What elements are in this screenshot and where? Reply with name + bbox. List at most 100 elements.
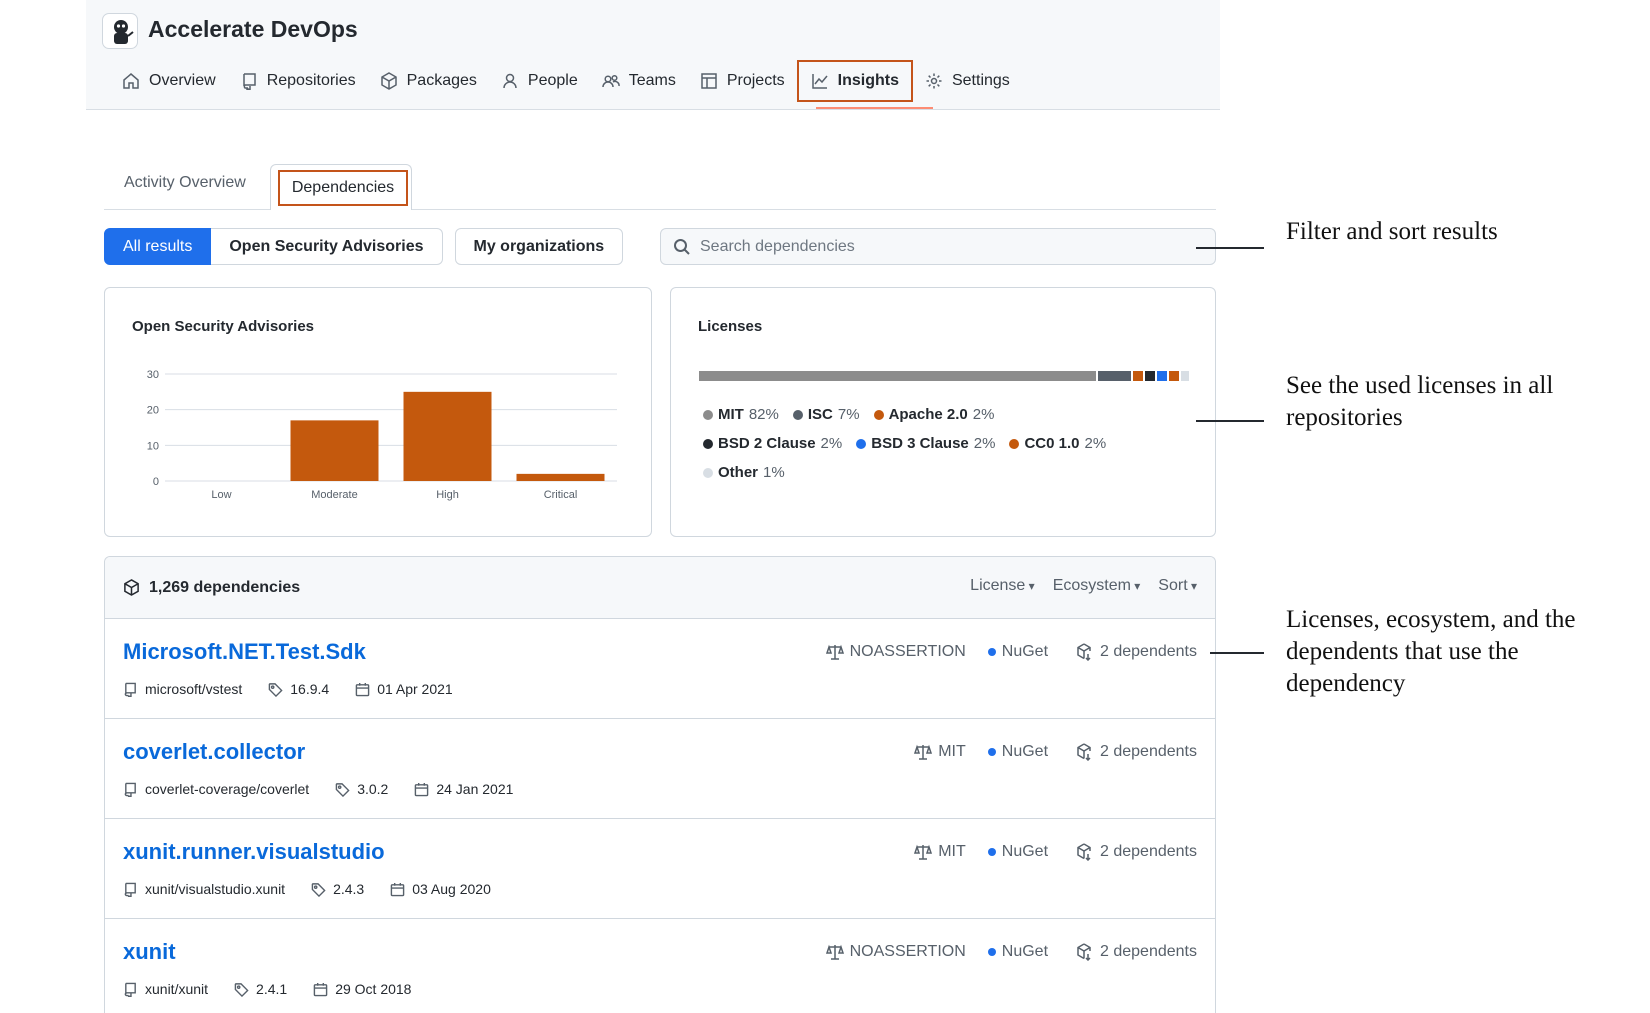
license-legend-item: CC0 1.0 2%: [1009, 435, 1106, 452]
dependency-repo[interactable]: xunit/visualstudio.xunit: [145, 881, 285, 897]
org-name[interactable]: Accelerate DevOps: [148, 16, 358, 43]
dependency-license: MIT: [938, 843, 966, 860]
octocat-logo-icon: [114, 20, 134, 44]
license-percent: 2%: [820, 435, 843, 452]
license-legend-item: Other 1%: [703, 464, 785, 481]
nav-settings[interactable]: Settings: [913, 60, 1022, 102]
license-bar-apache: [1133, 371, 1144, 381]
dependency-ecosystem: NuGet: [1001, 743, 1049, 760]
dependency-name-link[interactable]: xunit.runner.visualstudio: [123, 839, 385, 865]
search-input[interactable]: [700, 237, 1180, 256]
x-tick-label: Moderate: [311, 489, 357, 501]
dependency-name-link[interactable]: Microsoft.NET.Test.Sdk: [123, 639, 366, 665]
license-dot-icon: [703, 409, 713, 420]
dependency-meta: coverlet-coverage/coverlet 3.0.2 24 Jan 20…: [123, 781, 513, 797]
dependency-dependents-link[interactable]: 2 dependents: [1100, 943, 1197, 961]
gear-icon: [926, 73, 942, 89]
dependency-repo[interactable]: coverlet-coverage/coverlet: [145, 781, 309, 797]
repo-icon: [242, 73, 256, 90]
my-organizations-button[interactable]: My organizations: [454, 228, 624, 265]
package-dependents-icon: [1077, 943, 1091, 961]
dependency-row: coverlet.collector coverlet-coverage/cove…: [105, 719, 1215, 819]
dependency-repo[interactable]: microsoft/vstest: [145, 681, 242, 697]
law-icon: [825, 944, 844, 960]
license-name: BSD 3 Clause: [871, 435, 969, 452]
dependency-dependents-link[interactable]: 2 dependents: [1100, 643, 1197, 661]
nav-projects[interactable]: Projects: [688, 60, 797, 102]
table-icon: [701, 73, 717, 89]
license-percent: 82%: [748, 406, 779, 423]
org-nav: Overview Repositories Packages People Te…: [110, 58, 1022, 104]
license-legend-item: BSD 2 Clause 2%: [703, 435, 842, 452]
license-dot-icon: [1009, 438, 1020, 449]
license-name: Other: [718, 464, 759, 481]
advisories-chart: 0 10 20 30 Low Moderate High Critical: [147, 369, 617, 501]
search-icon: [674, 238, 690, 255]
license-name: MIT: [718, 406, 744, 423]
package-dependents-icon: [1077, 843, 1091, 861]
dependency-name-link[interactable]: coverlet.collector: [123, 739, 305, 765]
dependency-name-link[interactable]: xunit: [123, 939, 176, 965]
dependency-meta: xunit/visualstudio.xunit 2.4.3 03 Aug 2020: [123, 881, 491, 897]
nav-overview[interactable]: Overview: [110, 60, 228, 102]
nav-label: People: [527, 72, 578, 89]
license-percent: 1%: [763, 464, 785, 481]
dependency-date: 29 Oct 2018: [335, 981, 412, 997]
nav-label: Projects: [726, 72, 785, 89]
calendar-icon: [313, 982, 328, 996]
nav-insights[interactable]: Insights: [796, 60, 913, 102]
dependency-repo[interactable]: xunit/xunit: [145, 981, 208, 997]
annotation-dependents: Licenses, ecosystem, and the dependents …: [1286, 606, 1576, 697]
license-legend-row: MIT 82% ISC 7% Apache 2.0 2%: [703, 406, 1193, 423]
dependency-license: MIT: [938, 743, 966, 760]
dependency-dependents-link[interactable]: 2 dependents: [1100, 843, 1197, 861]
license-dropdown[interactable]: License: [970, 577, 1035, 595]
nav-teams[interactable]: Teams: [590, 60, 688, 102]
dependency-ecosystem: NuGet: [1001, 643, 1049, 660]
license-bar-bsd3: [1157, 371, 1168, 381]
licenses-panel: Licenses MIT 82% ISC 7% Apache 2.0 2% BSD 2 Cl…: [670, 287, 1216, 537]
person-icon: [503, 73, 517, 89]
nav-label: Repositories: [266, 72, 356, 89]
tab-activity-overview[interactable]: Activity Overview: [124, 174, 246, 192]
y-tick-label: 30: [147, 369, 159, 381]
nav-packages[interactable]: Packages: [368, 60, 489, 102]
license-name: ISC: [807, 406, 833, 423]
nav-repositories[interactable]: Repositories: [228, 60, 368, 102]
repo-icon: [124, 882, 136, 897]
dependency-meta: xunit/xunit 2.4.1 29 Oct 2018: [123, 981, 411, 997]
dependency-ecosystem: NuGet: [1001, 943, 1049, 960]
filter-group: All results Open Security Advisories My …: [104, 228, 624, 265]
nav-label: Overview: [149, 72, 216, 89]
ecosystem-dropdown[interactable]: Ecosystem: [1053, 577, 1141, 595]
annotation-line-licenses: [1196, 420, 1264, 422]
dependency-dependents-link[interactable]: 2 dependents: [1100, 743, 1197, 761]
license-percent: 2%: [972, 406, 995, 423]
license-dot-icon: [703, 467, 713, 478]
tab-dependencies[interactable]: Dependencies: [278, 170, 408, 206]
package-icon: [124, 579, 139, 596]
dependency-license: NOASSERTION: [849, 643, 966, 660]
open-advisories-button[interactable]: Open Security Advisories: [211, 228, 443, 265]
ecosystem-dot-icon: [987, 648, 996, 656]
license-legend-row: BSD 2 Clause 2% BSD 3 Clause 2% CC0 1.0 2%: [703, 435, 1193, 452]
license-name: CC0 1.0: [1024, 435, 1080, 452]
all-results-button[interactable]: All results: [104, 228, 212, 265]
nav-label: Settings: [951, 72, 1010, 89]
nav-people[interactable]: People: [489, 60, 590, 102]
nav-label: Packages: [406, 72, 477, 89]
package-dependents-icon: [1077, 743, 1091, 761]
ecosystem-dot-icon: [987, 848, 996, 856]
repo-icon: [124, 782, 136, 797]
annotation-licenses: See the used licenses in all repositorie…: [1286, 372, 1554, 431]
sort-dropdown[interactable]: Sort: [1158, 577, 1197, 595]
calendar-icon: [390, 882, 405, 896]
org-avatar[interactable]: [102, 13, 138, 49]
dependency-rows: Microsoft.NET.Test.Sdk microsoft/vstest 16…: [105, 619, 1215, 1013]
tag-icon: [335, 782, 350, 797]
nav-label: Insights: [837, 72, 899, 89]
ecosystem-dot-icon: [987, 948, 996, 956]
active-tab-underline: [816, 107, 933, 109]
dependency-date: 03 Aug 2020: [412, 881, 491, 897]
nav-label: Teams: [628, 72, 676, 89]
